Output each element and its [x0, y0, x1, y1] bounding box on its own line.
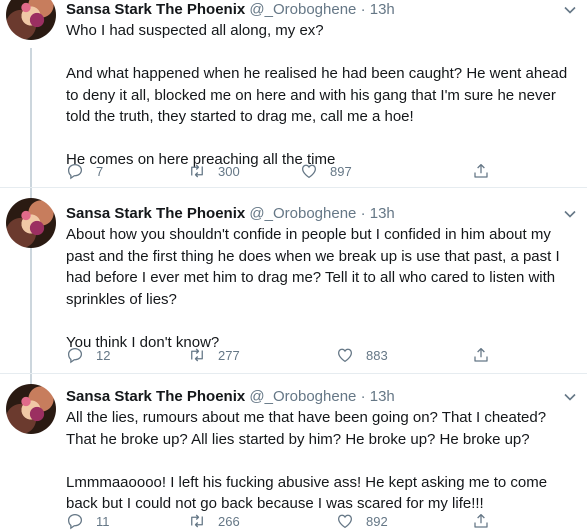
tweet-text: All the lies, rumours about me that have…: [66, 407, 576, 515]
reply-count: 12: [96, 347, 111, 363]
share-button[interactable]: [472, 162, 490, 180]
retweet-button[interactable]: 266: [188, 512, 240, 530]
retweet-count: 266: [218, 513, 240, 529]
display-name[interactable]: Sansa Stark The Phoenix: [66, 205, 245, 222]
user-handle[interactable]: @_Oroboghene: [249, 388, 356, 405]
timestamp[interactable]: 13h: [370, 205, 395, 222]
tweet[interactable]: Sansa Stark The Phoenix @_Oroboghene · 1…: [0, 188, 587, 373]
share-button[interactable]: [472, 512, 490, 530]
heart-icon: [337, 514, 353, 529]
display-name[interactable]: Sansa Stark The Phoenix: [66, 388, 245, 405]
share-icon: [474, 163, 488, 178]
reply-button[interactable]: 12: [66, 346, 110, 364]
timestamp[interactable]: 13h: [370, 1, 395, 18]
tweet-header: Sansa Stark The Phoenix @_Oroboghene · 1…: [66, 1, 395, 19]
tweet-paragraph: Who I had suspected all along, my ex?: [66, 22, 324, 39]
tweet-actions: 7 300 897: [66, 162, 496, 182]
like-button[interactable]: 883: [336, 346, 388, 364]
user-handle[interactable]: @_Oroboghene: [249, 1, 356, 18]
separator-dot: ·: [360, 205, 366, 222]
tweet-header: Sansa Stark The Phoenix @_Oroboghene · 1…: [66, 388, 395, 406]
tweet[interactable]: Sansa Stark The Phoenix @_Oroboghene · 1…: [0, 0, 587, 187]
separator-dot: ·: [360, 1, 366, 18]
retweet-icon: [191, 348, 203, 362]
like-count: 897: [330, 163, 352, 179]
reply-icon: [67, 513, 83, 530]
heart-icon: [337, 348, 353, 363]
like-button[interactable]: 897: [300, 162, 352, 180]
tweet-header: Sansa Stark The Phoenix @_Oroboghene · 1…: [66, 205, 395, 223]
tweet-paragraph: And what happened when he realised he ha…: [66, 65, 572, 125]
display-name[interactable]: Sansa Stark The Phoenix: [66, 1, 245, 18]
heart-icon: [301, 164, 317, 179]
tweet-paragraph: All the lies, rumours about me that have…: [66, 409, 550, 448]
like-button[interactable]: 892: [336, 512, 388, 530]
reply-count: 7: [96, 163, 104, 179]
retweet-icon: [191, 514, 203, 528]
tweet[interactable]: Sansa Stark The Phoenix @_Oroboghene · 1…: [0, 374, 587, 530]
avatar[interactable]: [6, 384, 56, 434]
share-button[interactable]: [472, 346, 490, 364]
avatar[interactable]: [6, 0, 56, 40]
retweet-button[interactable]: 277: [188, 346, 240, 364]
retweet-button[interactable]: 300: [188, 162, 240, 180]
tweet-text: Who I had suspected all along, my ex? An…: [66, 20, 576, 171]
tweet-actions: 11 266 892: [66, 512, 496, 532]
user-handle[interactable]: @_Oroboghene: [249, 205, 356, 222]
retweet-count: 277: [218, 347, 240, 363]
reply-icon: [67, 163, 83, 180]
timestamp[interactable]: 13h: [370, 388, 395, 405]
reply-count: 11: [96, 513, 110, 529]
chevron-down-icon[interactable]: [563, 207, 577, 221]
reply-button[interactable]: 7: [66, 162, 103, 180]
retweet-count: 300: [218, 163, 240, 179]
share-icon: [474, 513, 488, 528]
chevron-down-icon[interactable]: [563, 390, 577, 404]
share-icon: [474, 347, 488, 362]
avatar[interactable]: [6, 198, 56, 248]
chevron-down-icon[interactable]: [563, 3, 577, 17]
tweet-text: About how you shouldn't confide in peopl…: [66, 224, 576, 353]
retweet-icon: [191, 164, 203, 178]
reply-button[interactable]: 11: [66, 512, 110, 530]
tweet-paragraph: Lmmmaaoooo! I left his fucking abusive a…: [66, 473, 552, 513]
tweet-paragraph: About how you shouldn't confide in peopl…: [66, 226, 564, 308]
reply-icon: [67, 347, 83, 364]
like-count: 883: [366, 347, 388, 363]
tweet-actions: 12 277 883: [66, 346, 496, 366]
like-count: 892: [366, 513, 388, 529]
separator-dot: ·: [360, 388, 366, 405]
